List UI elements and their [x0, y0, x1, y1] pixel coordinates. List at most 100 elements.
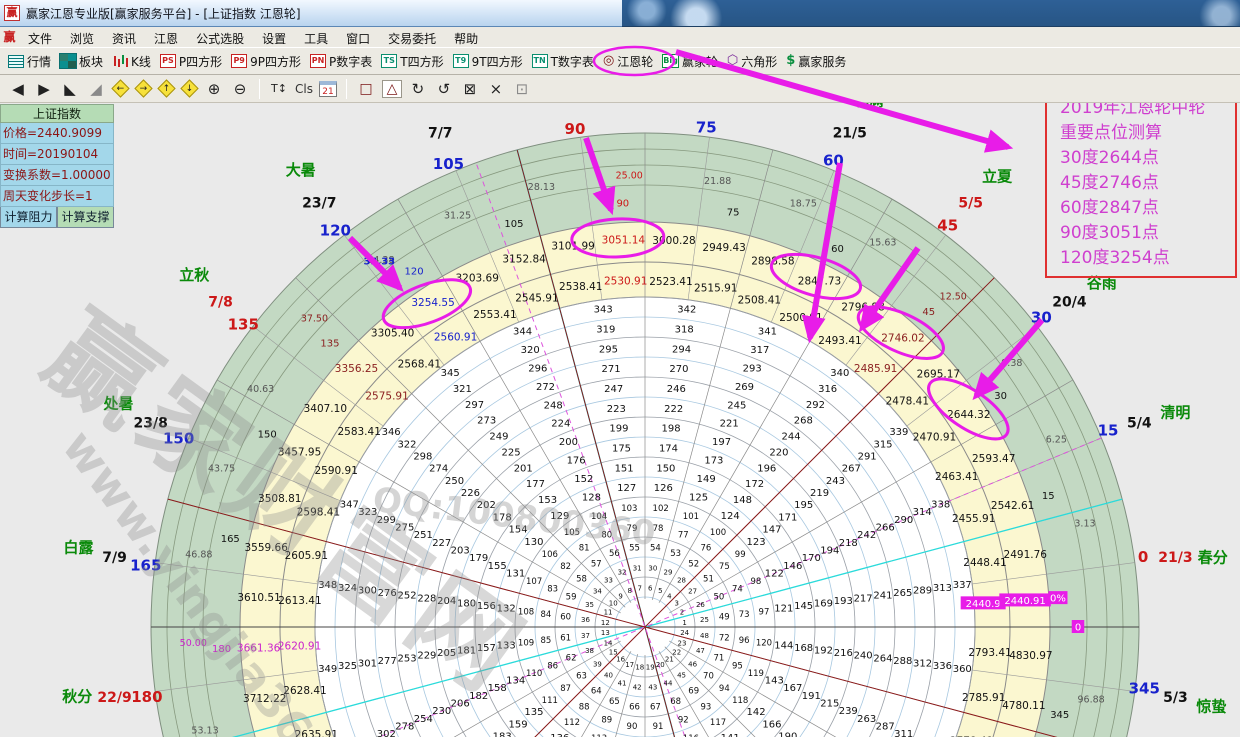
svg-text:154: 154	[509, 525, 528, 536]
menu-item-6[interactable]: 工具	[295, 30, 337, 48]
rotate-cw-icon[interactable]: ↻	[408, 80, 428, 98]
menu-item-0[interactable]: 文件	[19, 30, 61, 48]
toolbar-button-K线[interactable]: K线	[108, 51, 155, 72]
svg-text:341: 341	[758, 326, 777, 337]
page-next-icon[interactable]: ▶	[34, 80, 54, 98]
svg-text:150: 150	[258, 430, 277, 441]
svg-text:152: 152	[574, 474, 593, 485]
svg-text:192: 192	[814, 645, 833, 656]
menu-item-9[interactable]: 帮助	[445, 30, 487, 48]
svg-text:处暑: 处暑	[102, 395, 133, 413]
svg-text:2545.91: 2545.91	[515, 292, 558, 304]
svg-text:39: 39	[593, 661, 602, 669]
svg-text:4780.11: 4780.11	[1002, 700, 1045, 712]
svg-text:287: 287	[876, 721, 895, 732]
menu-logo-icon: 赢	[2, 30, 17, 45]
svg-text:321: 321	[453, 384, 472, 395]
svg-text:2463.41: 2463.41	[935, 471, 978, 483]
menu-item-2[interactable]: 资讯	[103, 30, 145, 48]
svg-text:68: 68	[670, 697, 681, 707]
toolbar-button-P四方形[interactable]: PSP四方形	[156, 51, 226, 72]
draw-square-icon[interactable]: □	[356, 81, 376, 97]
svg-text:2491.76: 2491.76	[1004, 549, 1048, 561]
svg-text:2538.41: 2538.41	[559, 281, 602, 293]
app-window: 赢 赢家江恩专业版[赢家服务平台] - [上证指数 江恩轮] 赢 文件浏览资讯江…	[0, 0, 1240, 737]
svg-text:269: 269	[735, 382, 754, 393]
screen-icon[interactable]: ⊡	[512, 80, 532, 98]
calc-support-button[interactable]: 计算支撑	[57, 207, 114, 228]
menu-item-5[interactable]: 设置	[253, 30, 295, 48]
cls-button[interactable]: Cls	[295, 82, 313, 96]
svg-text:342: 342	[677, 305, 696, 316]
toolbar-button-赢家轮[interactable]: Big赢家轮	[658, 51, 722, 72]
svg-text:294: 294	[672, 344, 691, 355]
toolbar-button-T数字表[interactable]: TNT数字表	[528, 51, 598, 72]
svg-text:301: 301	[358, 659, 377, 670]
svg-text:271: 271	[602, 364, 621, 375]
svg-text:5/5: 5/5	[958, 196, 983, 212]
svg-text:216: 216	[834, 648, 853, 659]
page-prev-icon[interactable]: ◀	[8, 80, 28, 98]
toolbar-button-行情[interactable]: 行情	[4, 51, 55, 72]
svg-text:103: 103	[621, 504, 637, 514]
zoom-in-icon[interactable]: ⊕	[204, 80, 224, 98]
svg-text:2590.91: 2590.91	[314, 465, 357, 477]
move-left-icon[interactable]: ←	[111, 79, 129, 97]
svg-text:272: 272	[536, 382, 555, 393]
kline-icon	[112, 54, 128, 68]
svg-text:127: 127	[617, 483, 636, 494]
svg-text:227: 227	[432, 538, 451, 549]
calendar-icon[interactable]: 21	[319, 81, 337, 97]
svg-text:105: 105	[433, 155, 464, 173]
svg-text:289: 289	[913, 585, 932, 596]
svg-text:243: 243	[826, 476, 845, 487]
svg-text:1: 1	[682, 619, 686, 627]
toolbar-button-六角形[interactable]: ⬡六角形	[723, 51, 781, 72]
toolbar-button-P数字表[interactable]: PNP数字表	[306, 51, 376, 72]
collapse-icon[interactable]: ×	[486, 80, 506, 98]
move-up-icon[interactable]: ↑	[157, 79, 175, 97]
svg-text:37.50: 37.50	[301, 314, 328, 325]
svg-text:99: 99	[735, 550, 746, 560]
svg-text:2530.91: 2530.91	[604, 276, 647, 288]
p-table-icon: PN	[310, 54, 326, 68]
t-updown-icon[interactable]: T↕	[269, 82, 289, 95]
svg-text:21/3: 21/3	[1158, 550, 1192, 566]
svg-text:49: 49	[719, 613, 730, 623]
svg-text:59: 59	[566, 592, 577, 602]
svg-text:44: 44	[664, 679, 673, 687]
skew-up-icon[interactable]: ◣	[60, 80, 80, 98]
svg-text:288: 288	[893, 656, 912, 667]
toolbar-button-江恩轮[interactable]: ◎江恩轮	[599, 51, 657, 72]
menu-item-8[interactable]: 交易委托	[379, 30, 445, 48]
menu-item-7[interactable]: 窗口	[337, 30, 379, 48]
move-down-icon[interactable]: ↓	[180, 79, 198, 97]
box-x-icon[interactable]: ⊠	[460, 80, 480, 98]
skew-down-icon[interactable]: ◢	[86, 80, 106, 98]
toolbar-button-板块[interactable]: 板块	[56, 51, 107, 72]
svg-text:263: 263	[857, 714, 876, 725]
toolbar-button-9T四方形[interactable]: T99T四方形	[449, 51, 527, 72]
menu-item-4[interactable]: 公式选股	[187, 30, 253, 48]
toolbar-button-9P四方形[interactable]: P99P四方形	[227, 51, 305, 72]
svg-text:82: 82	[560, 562, 571, 572]
zoom-out-icon[interactable]: ⊖	[230, 80, 250, 98]
rotate-ccw-icon[interactable]: ↺	[434, 80, 454, 98]
svg-text:246: 246	[667, 384, 686, 395]
svg-text:215: 215	[820, 699, 839, 710]
svg-text:30: 30	[1031, 308, 1052, 326]
move-right-icon[interactable]: →	[134, 79, 152, 97]
panel-row-2: 变换系数=1.00000	[0, 165, 114, 186]
toolbar-button-赢家服务[interactable]: $赢家服务	[782, 51, 850, 72]
calc-resistance-button[interactable]: 计算阻力	[0, 207, 57, 228]
draw-triangle-icon[interactable]: △	[382, 80, 402, 98]
svg-text:155: 155	[488, 561, 507, 572]
svg-text:91: 91	[653, 722, 664, 732]
svg-text:220: 220	[769, 447, 788, 458]
menu-item-3[interactable]: 江恩	[145, 30, 187, 48]
svg-text:178: 178	[493, 512, 512, 523]
svg-text:18: 18	[635, 664, 644, 672]
toolbar-button-T四方形[interactable]: TST四方形	[377, 51, 447, 72]
menu-item-1[interactable]: 浏览	[61, 30, 103, 48]
svg-text:202: 202	[477, 500, 496, 511]
